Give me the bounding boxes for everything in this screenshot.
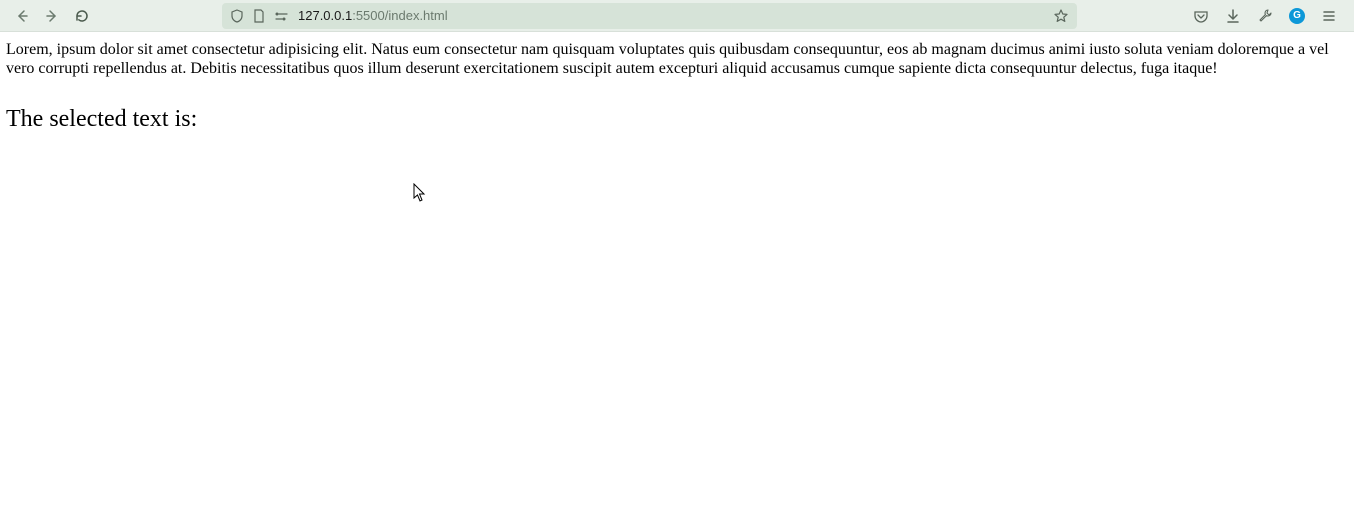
- star-icon: [1053, 8, 1069, 24]
- lorem-paragraph: Lorem, ipsum dolor sit amet consectetur …: [6, 40, 1348, 78]
- browser-toolbar: 127.0.0.1:5500/index.html: [0, 0, 1354, 32]
- address-bar-icons: [230, 9, 290, 23]
- arrow-right-icon: [44, 8, 60, 24]
- pocket-button[interactable]: [1188, 3, 1214, 29]
- cursor-icon: [413, 183, 429, 203]
- extension-g-icon: G: [1289, 8, 1305, 24]
- nav-buttons: [8, 2, 96, 30]
- url-host: 127.0.0.1: [298, 8, 352, 23]
- forward-button[interactable]: [38, 2, 66, 30]
- url-port-path: :5500/index.html: [352, 8, 447, 23]
- shield-icon: [230, 9, 244, 23]
- back-button[interactable]: [8, 2, 36, 30]
- devtools-button[interactable]: [1252, 3, 1278, 29]
- address-bar[interactable]: 127.0.0.1:5500/index.html: [222, 3, 1077, 29]
- reload-button[interactable]: [68, 2, 96, 30]
- pocket-icon: [1193, 8, 1209, 24]
- permissions-icon: [274, 10, 290, 22]
- arrow-left-icon: [14, 8, 30, 24]
- download-icon: [1225, 8, 1241, 24]
- toolbar-right-icons: G: [1188, 3, 1346, 29]
- reload-icon: [74, 8, 90, 24]
- downloads-button[interactable]: [1220, 3, 1246, 29]
- page-content: Lorem, ipsum dolor sit amet consectetur …: [0, 32, 1354, 141]
- selected-text-heading: The selected text is:: [6, 106, 1348, 133]
- extension-g-button[interactable]: G: [1284, 3, 1310, 29]
- page-icon: [252, 9, 266, 23]
- hamburger-icon: [1321, 8, 1337, 24]
- menu-button[interactable]: [1316, 3, 1342, 29]
- url-text: 127.0.0.1:5500/index.html: [298, 8, 1045, 23]
- bookmark-button[interactable]: [1053, 8, 1069, 24]
- wrench-icon: [1257, 8, 1273, 24]
